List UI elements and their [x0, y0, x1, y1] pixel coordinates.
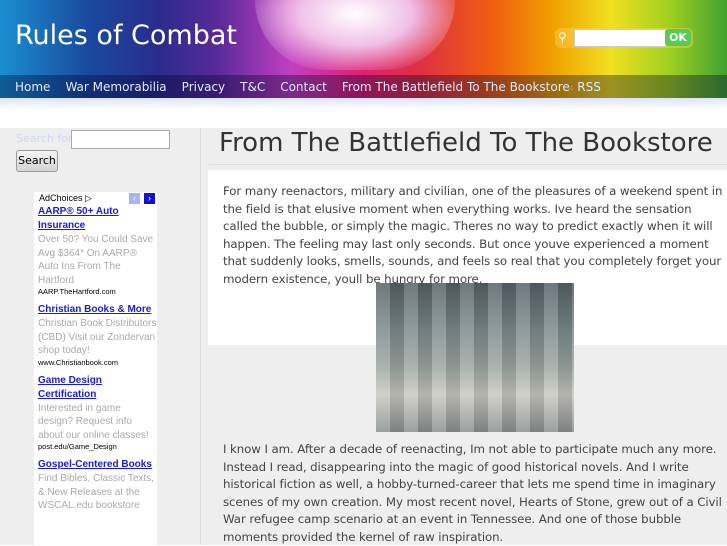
search-icon: ⚲: [558, 30, 567, 44]
header-strip: [0, 98, 727, 110]
adchoices-label[interactable]: AdChoices ▷: [39, 193, 92, 204]
ad-text: Find Bibles, Classic Texts, & New Releas…: [38, 473, 154, 511]
nav-privacy[interactable]: Privacy: [182, 80, 225, 94]
title-divider: [209, 164, 727, 165]
ad-url[interactable]: www.Christianbook.com: [38, 358, 157, 368]
ad-item: AARP® 50+ Auto Insurance Over 50? You Cou…: [38, 205, 157, 297]
article-paragraph: I know I am. After a decade of reenactin…: [223, 442, 722, 544]
ad-text: Christian Book Distributors (CBD) Visit …: [38, 318, 157, 356]
rss-label: RSS: [577, 80, 601, 94]
header-banner: Rules of Combat ⚲ OK Home War Memorabili…: [0, 0, 727, 98]
ad-url[interactable]: post.edu/Game_Design: [38, 442, 157, 452]
nav-tc[interactable]: T&C: [240, 80, 265, 94]
rss-icon: ⁘: [568, 84, 578, 93]
ad-next-icon[interactable]: ›: [144, 193, 155, 204]
nav-battlefield-bookstore[interactable]: From The Battlefield To The Bookstore: [342, 80, 570, 94]
ad-url[interactable]: AARP.TheHartford.com: [38, 287, 157, 297]
header-search-input[interactable]: [574, 29, 666, 47]
sidebar-search-input[interactable]: [71, 130, 170, 149]
site-title[interactable]: Rules of Combat: [15, 20, 237, 51]
rss-link[interactable]: ⁘ RSS: [568, 80, 601, 94]
ad-title[interactable]: Gospel-Centered Books: [38, 458, 157, 472]
ad-text: Interested in game design? Request info …: [38, 402, 149, 441]
search-ok-button[interactable]: OK: [665, 29, 691, 46]
ad-prev-icon[interactable]: ‹: [129, 193, 140, 204]
header-search: ⚲ OK: [555, 28, 693, 48]
article-paragraph: For many reenactors, military and civili…: [223, 184, 723, 286]
ad-item: Game Design Certification Interested in g…: [38, 374, 157, 453]
nav-home[interactable]: Home: [15, 80, 50, 94]
nav-contact[interactable]: Contact: [280, 80, 327, 94]
ad-item: Christian Books & More Christian Book Dis…: [38, 303, 157, 368]
search-label: Search for:: [16, 132, 76, 145]
banner-glow: [255, 0, 455, 70]
nav-war-memorabilia[interactable]: War Memorabilia: [65, 80, 166, 94]
sidebar-search-button[interactable]: Search: [16, 150, 58, 172]
ad-title[interactable]: Christian Books & More: [38, 303, 157, 317]
main-content: From The Battlefield To The Bookstore Fo…: [200, 128, 727, 545]
ad-text: Over 50? You Could Save Avg $364* On AAR…: [38, 234, 154, 286]
ad-item: Gospel-Centered Books Find Bibles, Classi…: [38, 458, 157, 513]
ad-block: AdChoices ▷ ‹ › AARP® 50+ Auto Insurance…: [34, 192, 157, 545]
article-image: [376, 283, 574, 432]
sidebar: Search for: Search AdChoices ▷ ‹ › AARP®…: [0, 128, 200, 545]
ad-title[interactable]: Game Design Certification: [38, 374, 157, 402]
ad-title[interactable]: AARP® 50+ Auto Insurance: [38, 205, 157, 233]
main-nav: Home War Memorabilia Privacy T&C Contact…: [0, 75, 727, 98]
page-title: From The Battlefield To The Bookstore: [219, 128, 713, 158]
